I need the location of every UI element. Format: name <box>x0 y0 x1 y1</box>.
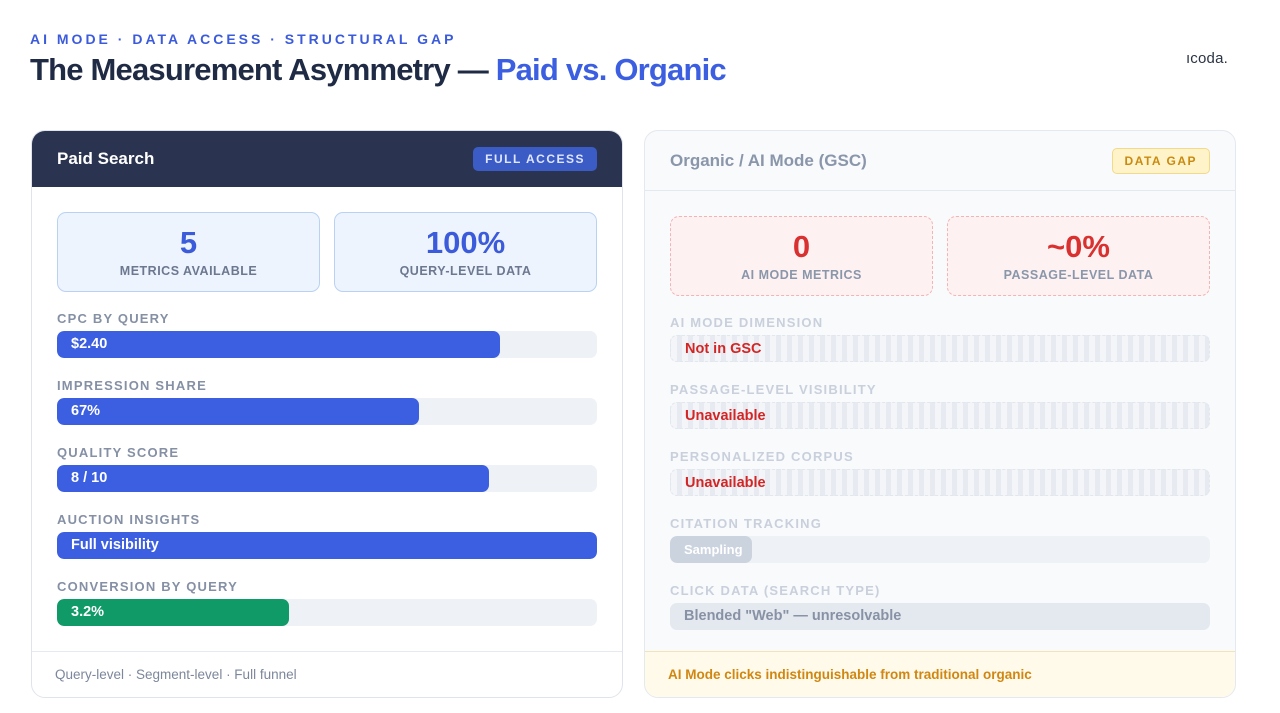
metric-bar-fill <box>57 331 500 358</box>
metric-row: QUALITY SCORE 8 / 10 <box>57 443 597 510</box>
metric-row: IMPRESSION SHARE 67% <box>57 376 597 443</box>
metric-value: Not in GSC <box>685 341 762 357</box>
metric-value: $2.40 <box>71 336 108 352</box>
paid-metrics-list: CPC BY QUERY $2.40 IMPRESSION SHARE 67% … <box>32 309 622 644</box>
paid-stats: 5 METRICS AVAILABLE 100% QUERY-LEVEL DAT… <box>32 212 622 292</box>
metric-row: CPC BY QUERY $2.40 <box>57 309 597 376</box>
metric-row: CITATION TRACKING Sampling <box>670 514 1210 581</box>
paid-search-panel: Paid Search FULL ACCESS 5 METRICS AVAILA… <box>31 130 623 698</box>
metric-label: AUCTION INSIGHTS <box>57 512 201 527</box>
metric-bar-track: Unavailable <box>670 402 1210 429</box>
metric-label: PASSAGE-LEVEL VISIBILITY <box>670 382 877 397</box>
paid-panel-header: Paid Search FULL ACCESS <box>32 131 622 187</box>
organic-panel-title: Organic / AI Mode (GSC) <box>670 150 867 170</box>
metric-row: PASSAGE-LEVEL VISIBILITY Unavailable <box>670 380 1210 447</box>
metric-bar-track: Full visibility <box>57 532 597 559</box>
metric-bar-track: Unavailable <box>670 469 1210 496</box>
eyebrow-label: AI MODE · DATA ACCESS · STRUCTURAL GAP <box>30 31 457 47</box>
metric-value: 3.2% <box>71 604 105 620</box>
stat-label: AI MODE METRICS <box>741 267 862 282</box>
metric-value: Unavailable <box>685 408 766 424</box>
metric-bar-track: Not in GSC <box>670 335 1210 362</box>
metric-bar-track: Sampling <box>670 536 1210 563</box>
metric-label: CONVERSION BY QUERY <box>57 579 238 594</box>
stat-card: 5 METRICS AVAILABLE <box>57 212 320 292</box>
stat-label: QUERY-LEVEL DATA <box>399 263 532 278</box>
metric-value: 67% <box>71 403 101 419</box>
metric-label: CLICK DATA (SEARCH TYPE) <box>670 583 881 598</box>
metric-bar-track: 67% <box>57 398 597 425</box>
metric-row: PERSONALIZED CORPUS Unavailable <box>670 447 1210 514</box>
metric-label: CITATION TRACKING <box>670 516 823 531</box>
metric-value: Full visibility <box>71 537 159 553</box>
metric-bar-fill <box>57 465 489 492</box>
stat-value: ~0% <box>1047 228 1110 264</box>
metric-bar-track: 3.2% <box>57 599 597 626</box>
stat-label: METRICS AVAILABLE <box>119 263 258 278</box>
organic-metrics-list: AI MODE DIMENSION Not in GSC PASSAGE-LEV… <box>645 313 1235 648</box>
metric-label: IMPRESSION SHARE <box>57 378 207 393</box>
full-access-badge: FULL ACCESS <box>473 147 597 171</box>
metric-label: AI MODE DIMENSION <box>670 315 824 330</box>
metric-row: AI MODE DIMENSION Not in GSC <box>670 313 1210 380</box>
metric-bar-fill <box>57 398 419 425</box>
page-title: The Measurement Asymmetry — Paid vs. Org… <box>30 52 727 88</box>
metric-row: AUCTION INSIGHTS Full visibility <box>57 510 597 577</box>
stat-value: 5 <box>179 224 198 260</box>
metric-label: CPC BY QUERY <box>57 311 170 326</box>
metric-value: Blended "Web" — unresolvable <box>684 608 902 624</box>
organic-ai-mode-panel: Organic / AI Mode (GSC) DATA GAP 0 AI MO… <box>644 130 1236 698</box>
organic-panel-footer: AI Mode clicks indistinguishable from tr… <box>645 651 1235 697</box>
metric-label: QUALITY SCORE <box>57 445 180 460</box>
metric-value: Sampling <box>684 542 743 557</box>
page-title-accent: Paid vs. Organic <box>495 52 727 87</box>
metric-row: CLICK DATA (SEARCH TYPE) Blended "Web" —… <box>670 581 1210 648</box>
paid-panel-footer: Query-level · Segment-level · Full funne… <box>32 651 622 697</box>
stat-card: ~0% PASSAGE-LEVEL DATA <box>947 216 1210 296</box>
metric-bar-track: 8 / 10 <box>57 465 597 492</box>
stat-card: 100% QUERY-LEVEL DATA <box>334 212 597 292</box>
metric-value: 8 / 10 <box>71 470 108 486</box>
stat-value: 0 <box>792 228 811 264</box>
paid-panel-title: Paid Search <box>57 149 155 168</box>
metric-bar-track: $2.40 <box>57 331 597 358</box>
metric-value: Unavailable <box>685 475 766 491</box>
metric-label: PERSONALIZED CORPUS <box>670 449 854 464</box>
stat-card: 0 AI MODE METRICS <box>670 216 933 296</box>
metric-bar-track: Blended "Web" — unresolvable <box>670 603 1210 630</box>
page-title-main: The Measurement Asymmetry — <box>30 52 496 87</box>
data-gap-badge: DATA GAP <box>1111 147 1210 174</box>
metric-row: CONVERSION BY QUERY 3.2% <box>57 577 597 644</box>
organic-stats: 0 AI MODE METRICS ~0% PASSAGE-LEVEL DATA <box>645 216 1235 296</box>
brand-logo: ıcoda. <box>1185 50 1228 67</box>
organic-panel-header: Organic / AI Mode (GSC) DATA GAP <box>645 131 1235 191</box>
stat-label: PASSAGE-LEVEL DATA <box>1003 267 1154 282</box>
stat-value: 100% <box>425 224 506 260</box>
